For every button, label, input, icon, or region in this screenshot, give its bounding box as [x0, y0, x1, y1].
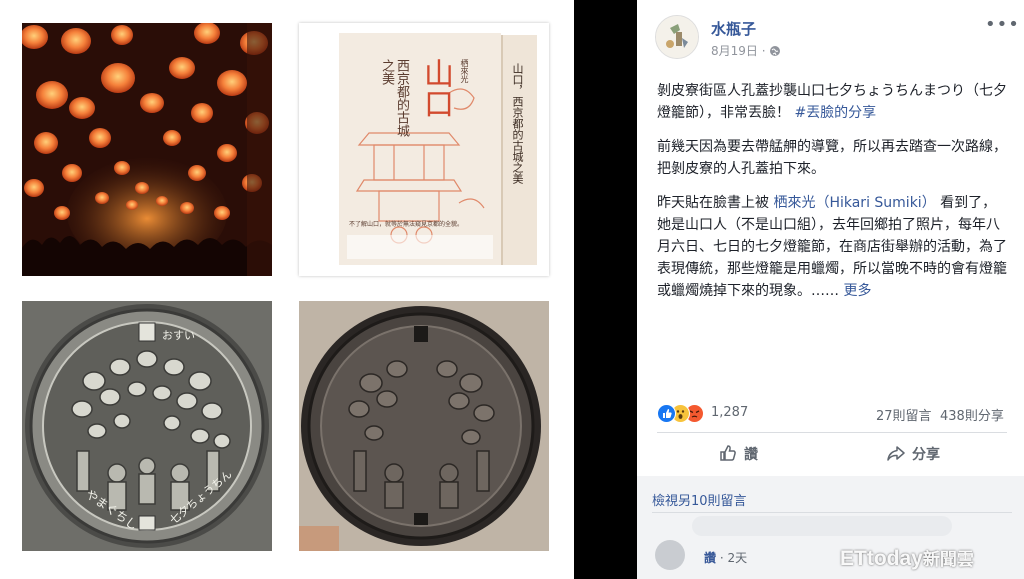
like-button[interactable]: 讚 — [718, 443, 758, 467]
see-more-link[interactable]: 更多 — [843, 283, 871, 299]
reaction-count[interactable]: 1,287 — [711, 405, 748, 420]
meta-separator: · — [761, 44, 766, 58]
divider-comments — [652, 512, 1012, 513]
mention-link[interactable]: 栖來光（Hikari Sumiki） — [773, 195, 935, 211]
post-body: 剝皮寮街區人孔蓋抄襲山口七夕ちょうちんまつり（七夕燈籠節），非常丟臉！ #丟臉的… — [657, 80, 1009, 314]
divider-top — [657, 432, 1007, 433]
book-title: 山口 — [418, 58, 453, 118]
comment-like-link[interactable]: 讚 — [704, 551, 716, 565]
photo-manhole-bopiliao[interactable] — [299, 301, 549, 551]
book-spine-title: 山口，西京都的古城之美 — [511, 63, 524, 184]
author-avatar[interactable] — [655, 15, 699, 59]
thumbs-up-icon — [718, 443, 738, 467]
watermark-sub: 新聞雲 — [922, 550, 974, 569]
view-more-comments-link[interactable]: 檢視另10則留言 — [652, 490, 747, 509]
book-tagline: 不了解山口，就等於無法窺見京都的全貌。 — [349, 221, 464, 228]
photo-lantern-festival[interactable] — [22, 23, 272, 276]
post-meta: 8月19日 · — [711, 42, 781, 60]
manhole-label-top: おすい — [162, 329, 195, 342]
photo-manhole-yamaguchi[interactable]: おすい やまぐちし 七夕ちょうちん — [22, 301, 272, 551]
more-options-icon[interactable]: ••• — [985, 14, 1020, 35]
ettoday-watermark: ETtoday新聞雲 — [840, 545, 974, 571]
comment-meta-sep: · — [719, 551, 724, 565]
comment-count[interactable]: 27則留言 — [876, 405, 932, 424]
comment-time[interactable]: 2天 — [728, 551, 748, 565]
author-name[interactable]: 水瓶子 — [711, 18, 756, 39]
share-arrow-icon — [886, 443, 906, 467]
viewer-gutter — [574, 0, 637, 579]
reactions-bar: 1,287 27則留言 438則分享 — [657, 404, 1009, 424]
commenter-avatar[interactable] — [655, 540, 685, 570]
hashtag-link[interactable]: #丟臉的分享 — [794, 105, 876, 121]
comment-meta: 讚 · 2天 — [704, 549, 747, 566]
post-paragraph-2: 前幾天因為要去帶艋舺的導覽，所以再去踏查一次路線，把剝皮寮的人孔蓋拍下來。 — [657, 139, 1007, 177]
post-paragraph-3-a: 昨天貼在臉書上被 — [657, 195, 769, 211]
book-subtitle: 西京都的古城之美 — [379, 59, 409, 137]
photo-book-cover[interactable]: 山口 西京都的古城之美 栖來光 山口，西京都的古城之美 不了解山口，就等於無法窺… — [299, 23, 549, 276]
comment-bubble[interactable] — [692, 516, 952, 536]
post-paragraph-1: 剝皮寮街區人孔蓋抄襲山口七夕ちょうちんまつり（七夕燈籠節），非常丟臉！ #丟臉的… — [657, 80, 1009, 124]
share-button[interactable]: 分享 — [886, 443, 940, 467]
photo-viewer: 山口 西京都的古城之美 栖來光 山口，西京都的古城之美 不了解山口，就等於無法窺… — [0, 0, 574, 579]
like-reaction-icon[interactable] — [657, 404, 676, 423]
post-date[interactable]: 8月19日 — [711, 44, 758, 58]
watermark-brand: ETtoday — [840, 547, 923, 570]
like-label: 讚 — [744, 447, 758, 463]
globe-icon[interactable] — [769, 45, 781, 60]
share-label: 分享 — [912, 447, 940, 463]
share-count[interactable]: 438則分享 — [940, 405, 1004, 424]
post-paragraph-3: 昨天貼在臉書上被 栖來光（Hikari Sumiki） 看到了，她是山口人（不是… — [657, 192, 1009, 302]
book-author: 栖來光 — [460, 59, 469, 83]
